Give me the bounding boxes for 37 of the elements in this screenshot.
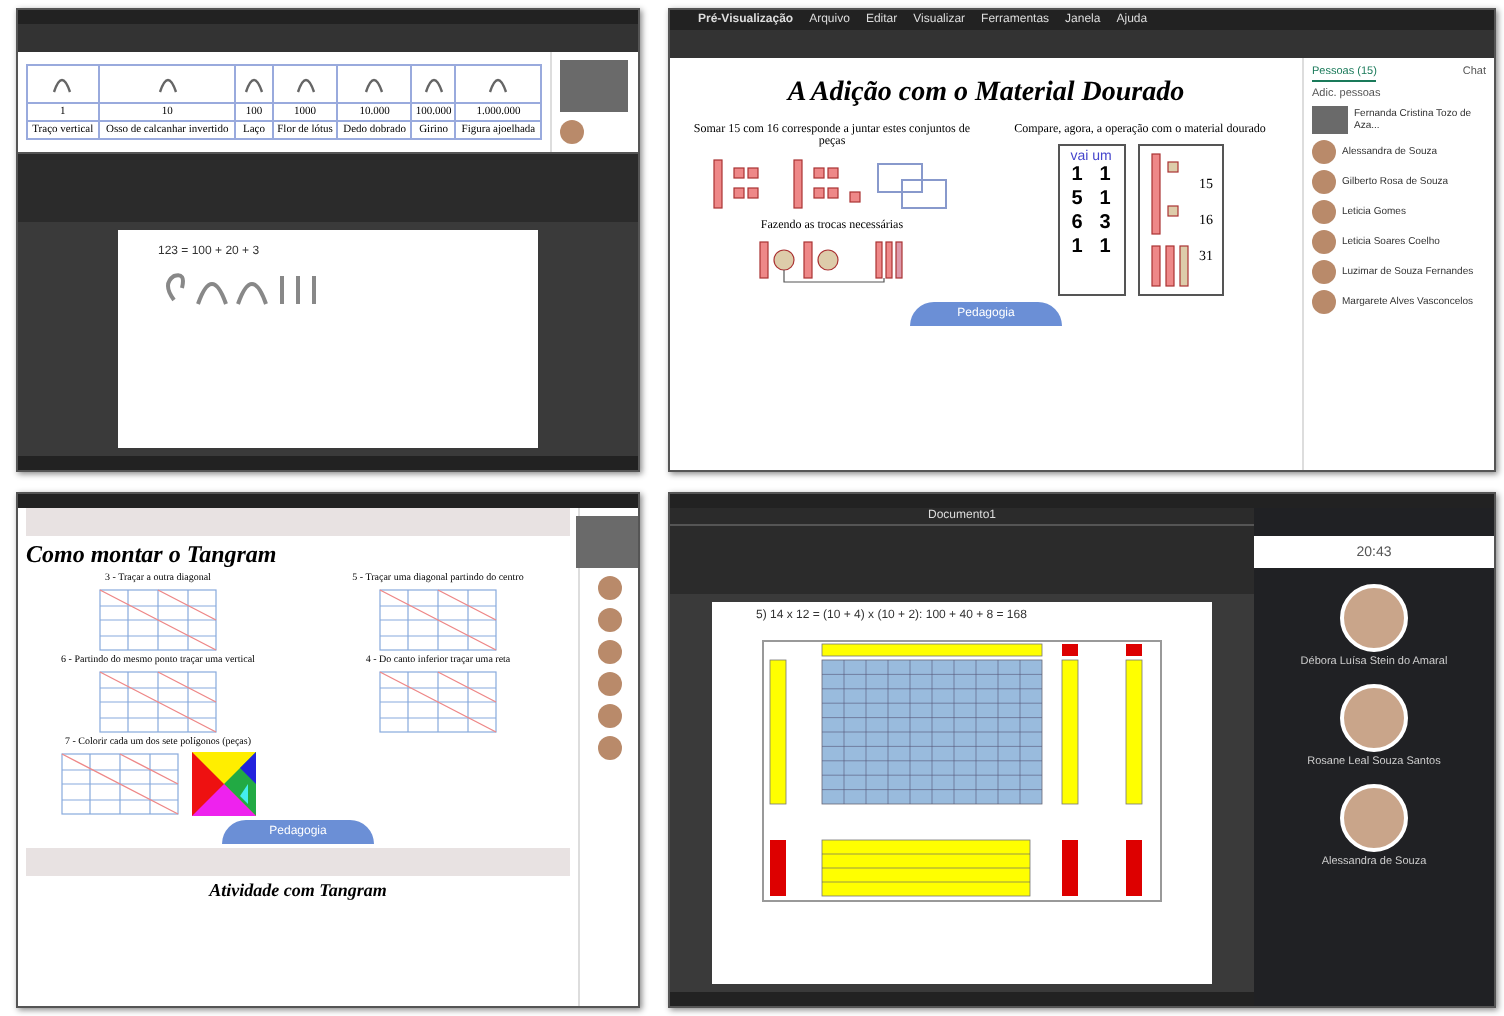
avatar-circle xyxy=(560,120,584,144)
grid-drawing xyxy=(98,670,218,734)
grid-drawing xyxy=(378,670,498,734)
avatar-circle xyxy=(1340,584,1408,652)
digit-text: 1 xyxy=(1069,236,1085,258)
avatar-circle xyxy=(597,736,621,760)
video-tile xyxy=(575,516,638,568)
avatar-circle xyxy=(1312,260,1336,284)
grid-drawing xyxy=(378,588,498,652)
avatar-circle xyxy=(1340,784,1408,852)
video-tile xyxy=(560,60,628,112)
avatar-circle xyxy=(1312,200,1336,224)
avatar-circle xyxy=(597,640,621,664)
digit-text: 1 xyxy=(1097,164,1113,186)
base-ten-blocks-drawing xyxy=(1147,150,1191,290)
avatar-circle xyxy=(1312,290,1336,314)
slide-title: Como montar o Tangram xyxy=(26,540,277,570)
avatar-circle xyxy=(1340,684,1408,752)
avatar-circle xyxy=(1312,170,1336,194)
video-tile xyxy=(1312,106,1348,134)
tangram-drawing xyxy=(192,752,256,816)
digit-text: 3 xyxy=(1097,212,1113,234)
avatar-circle xyxy=(597,608,621,632)
avatar-circle xyxy=(1312,230,1336,254)
avatar-circle xyxy=(597,672,621,696)
avatar-circle xyxy=(597,704,621,728)
grid-drawing xyxy=(60,752,180,816)
slide-title: Atividade com Tangram xyxy=(209,880,387,900)
avatar-circle xyxy=(597,576,621,600)
digit-text: 6 xyxy=(1069,212,1085,234)
grid-drawing xyxy=(98,588,218,652)
digit-text: 1 xyxy=(1069,164,1085,186)
slide-title: A Adição com o Material Dourado xyxy=(787,78,1185,110)
digit-text: 5 xyxy=(1069,188,1085,210)
avatar-circle xyxy=(1312,140,1336,164)
digit-text: 1 xyxy=(1097,188,1113,210)
digit-text: 1 xyxy=(1097,236,1113,258)
